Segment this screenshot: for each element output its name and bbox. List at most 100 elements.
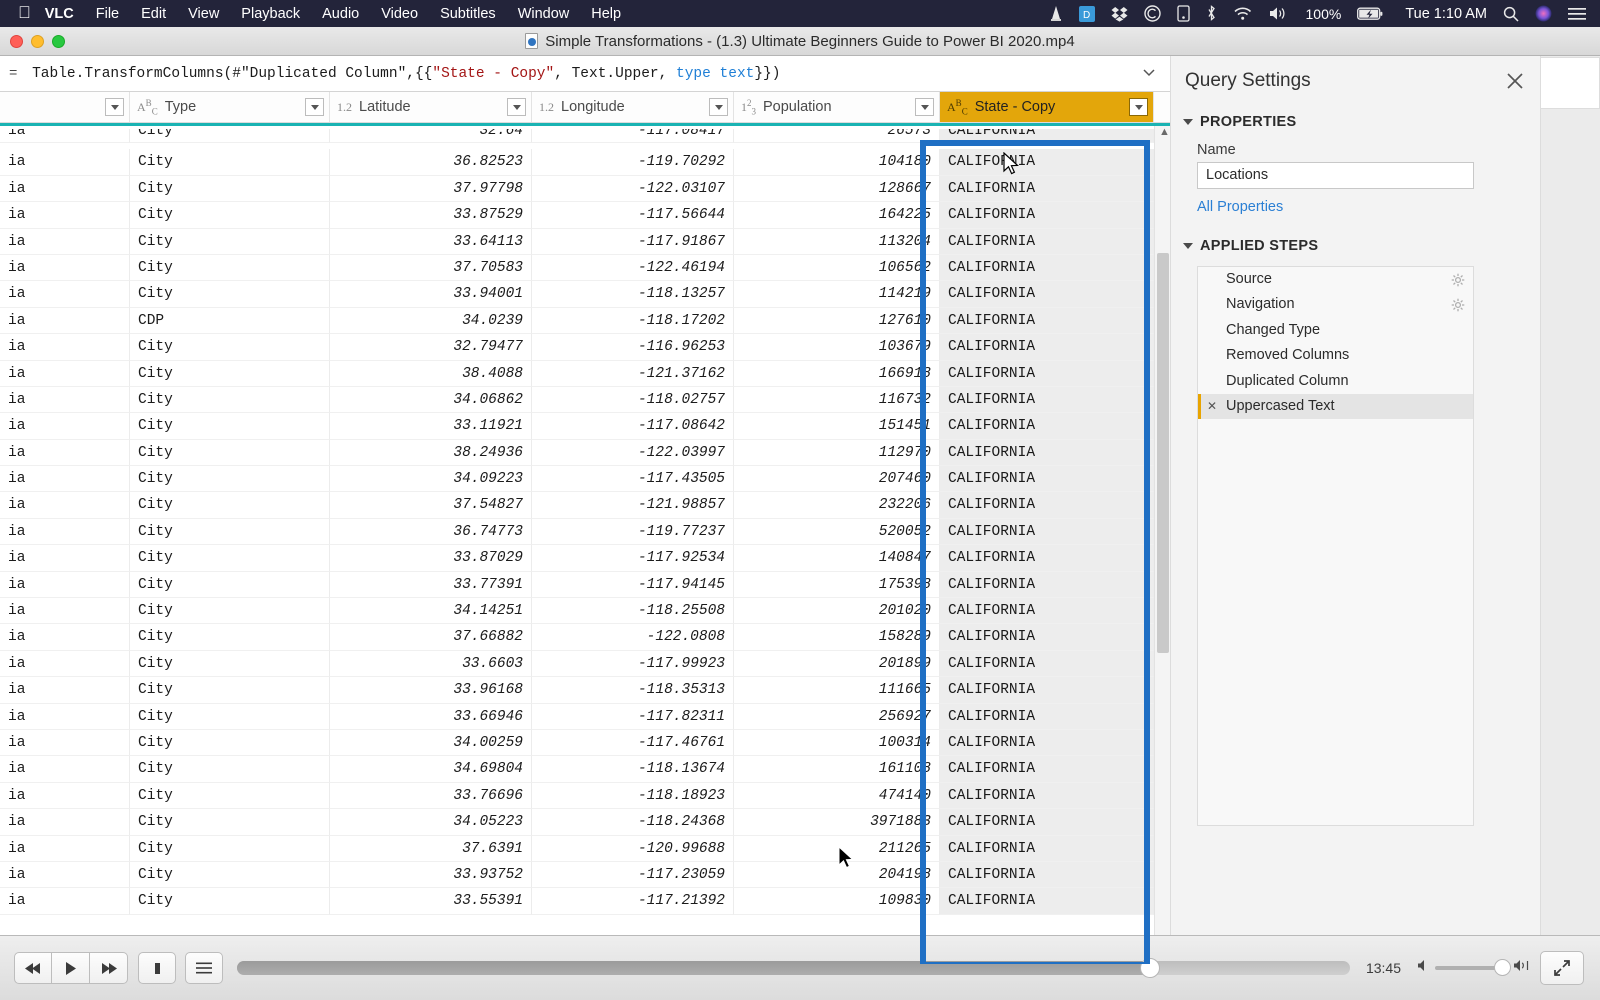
- table-cell[interactable]: CALIFORNIA: [940, 598, 1154, 625]
- table-cell[interactable]: ia: [0, 782, 130, 810]
- table-cell[interactable]: 256927: [734, 703, 940, 730]
- table-cell[interactable]: City: [130, 360, 330, 387]
- table-cell[interactable]: ia: [0, 571, 130, 599]
- table-row[interactable]: ia City 36.82523 -119.70292 104180 CALIFORNIA: [0, 149, 1170, 176]
- column-header-state-copy[interactable]: ABC State - Copy: [940, 92, 1154, 122]
- table-cell[interactable]: CALIFORNIA: [940, 202, 1154, 229]
- volume-high-icon[interactable]: [1513, 959, 1530, 977]
- column-filter-dropdown-icon[interactable]: [305, 98, 324, 116]
- table-cell[interactable]: -117.08417: [532, 129, 734, 144]
- table-row[interactable]: ia City 37.6391 -120.99688 211265 CALIFORNIA: [0, 835, 1170, 862]
- table-cell[interactable]: 32.64: [330, 129, 532, 144]
- table-cell[interactable]: 201899: [734, 650, 940, 678]
- applied-steps-section-header[interactable]: APPLIED STEPS: [1183, 238, 1540, 254]
- table-cell[interactable]: ia: [0, 254, 130, 282]
- applied-step-source[interactable]: Source: [1198, 267, 1473, 292]
- table-cell[interactable]: -118.17202: [532, 307, 734, 335]
- table-row[interactable]: ia City 33.66946 -117.82311 256927 CALIFORNIA: [0, 703, 1170, 730]
- table-row[interactable]: ia City 32.79477 -116.96253 103679 CALIFORNIA: [0, 334, 1170, 361]
- table-cell[interactable]: City: [130, 175, 330, 203]
- table-cell[interactable]: City: [130, 492, 330, 519]
- playlist-icon[interactable]: [185, 952, 223, 984]
- table-cell[interactable]: CALIFORNIA: [940, 228, 1154, 255]
- table-cell[interactable]: City: [130, 149, 330, 176]
- table-cell[interactable]: 33.66946: [330, 703, 532, 730]
- table-row[interactable]: ia City 38.4088 -121.37162 166918 CALIFORNIA: [0, 360, 1170, 387]
- table-cell[interactable]: 33.94001: [330, 281, 532, 308]
- table-cell[interactable]: 127610: [734, 307, 940, 335]
- table-cell[interactable]: City: [130, 861, 330, 889]
- table-cell[interactable]: 34.00259: [330, 729, 532, 757]
- table-row[interactable]: ia City 37.66882 -122.0808 158289 CALIFORNIA: [0, 624, 1170, 651]
- table-cell[interactable]: 34.06862: [330, 386, 532, 414]
- properties-section-header[interactable]: PROPERTIES: [1183, 114, 1540, 130]
- table-cell[interactable]: 109830: [734, 888, 940, 915]
- column-header-partial[interactable]: [0, 92, 130, 122]
- table-cell[interactable]: -117.43505: [532, 466, 734, 493]
- table-cell[interactable]: CALIFORNIA: [940, 307, 1154, 335]
- table-row[interactable]: ia City 37.70583 -122.46194 106562 CALIFORNIA: [0, 254, 1170, 282]
- table-cell[interactable]: CALIFORNIA: [940, 888, 1154, 915]
- column-filter-dropdown-icon[interactable]: [105, 98, 124, 116]
- menu-item-help[interactable]: Help: [591, 6, 621, 22]
- table-row[interactable]: ia CDP 34.0239 -118.17202 127610 CALIFORNIA: [0, 307, 1170, 335]
- delete-step-icon[interactable]: ✕: [1207, 394, 1217, 419]
- seek-handle[interactable]: [1139, 958, 1160, 978]
- table-cell[interactable]: CALIFORNIA: [940, 129, 1154, 144]
- table-cell[interactable]: -118.02757: [532, 386, 734, 414]
- apple-logo-icon[interactable]: : [18, 4, 31, 21]
- table-cell[interactable]: CALIFORNIA: [940, 175, 1154, 203]
- table-row[interactable]: ia City 36.74773 -119.77237 520052 CALIFORNIA: [0, 518, 1170, 546]
- formula-text[interactable]: Table.TransformColumns(#"Duplicated Colu…: [23, 66, 780, 82]
- table-cell[interactable]: -117.94145: [532, 571, 734, 599]
- device-icon[interactable]: [1176, 5, 1190, 22]
- table-cell[interactable]: 100314: [734, 729, 940, 757]
- table-cell[interactable]: CALIFORNIA: [940, 439, 1154, 467]
- table-cell[interactable]: 114219: [734, 281, 940, 308]
- table-row[interactable]: ia City 34.14251 -118.25508 201020 CALIFORNIA: [0, 598, 1170, 625]
- vlc-cone-icon[interactable]: [1049, 5, 1063, 22]
- table-cell[interactable]: City: [130, 281, 330, 308]
- column-header-longitude[interactable]: 1.2 Longitude: [532, 92, 734, 122]
- table-cell[interactable]: 3971883: [734, 809, 940, 836]
- menu-item-audio[interactable]: Audio: [322, 6, 359, 22]
- table-row[interactable]: ia City 33.76696 -118.18923 474140 CALIFORNIA: [0, 782, 1170, 810]
- table-cell[interactable]: ia: [0, 624, 130, 651]
- table-cell[interactable]: ia: [0, 466, 130, 493]
- volume-control[interactable]: [1417, 959, 1530, 977]
- table-cell[interactable]: CALIFORNIA: [940, 413, 1154, 440]
- table-cell[interactable]: ia: [0, 809, 130, 836]
- table-cell[interactable]: 38.24936: [330, 439, 532, 467]
- table-cell[interactable]: ia: [0, 598, 130, 625]
- table-cell[interactable]: City: [130, 598, 330, 625]
- table-cell[interactable]: CALIFORNIA: [940, 861, 1154, 889]
- table-cell[interactable]: City: [130, 650, 330, 678]
- table-cell[interactable]: City: [130, 129, 330, 144]
- table-cell[interactable]: 111665: [734, 677, 940, 704]
- table-cell[interactable]: 207460: [734, 466, 940, 493]
- table-cell[interactable]: City: [130, 677, 330, 704]
- table-cell[interactable]: ia: [0, 650, 130, 678]
- table-cell[interactable]: -117.21392: [532, 888, 734, 915]
- table-cell[interactable]: ia: [0, 413, 130, 440]
- table-cell[interactable]: City: [130, 624, 330, 651]
- applied-step-duplicated-column[interactable]: Duplicated Column: [1198, 369, 1473, 394]
- time-label[interactable]: 13:45: [1366, 960, 1401, 976]
- table-cell[interactable]: -119.70292: [532, 149, 734, 176]
- table-cell[interactable]: 37.97798: [330, 175, 532, 203]
- menu-item-vlc[interactable]: VLC: [45, 6, 74, 22]
- play-icon[interactable]: [52, 952, 90, 984]
- column-filter-dropdown-icon[interactable]: [507, 98, 526, 116]
- chevron-down-icon[interactable]: [1142, 65, 1156, 79]
- table-cell[interactable]: -122.03107: [532, 175, 734, 203]
- table-cell[interactable]: ia: [0, 360, 130, 387]
- control-center-icon[interactable]: [1568, 7, 1586, 21]
- table-cell[interactable]: 128667: [734, 175, 940, 203]
- table-cell[interactable]: CALIFORNIA: [940, 281, 1154, 308]
- table-cell[interactable]: 36.74773: [330, 518, 532, 546]
- table-cell[interactable]: CALIFORNIA: [940, 545, 1154, 572]
- table-cell[interactable]: 33.76696: [330, 782, 532, 810]
- table-cell[interactable]: ia: [0, 307, 130, 335]
- volume-slider-track[interactable]: [1435, 959, 1511, 976]
- table-cell[interactable]: City: [130, 202, 330, 229]
